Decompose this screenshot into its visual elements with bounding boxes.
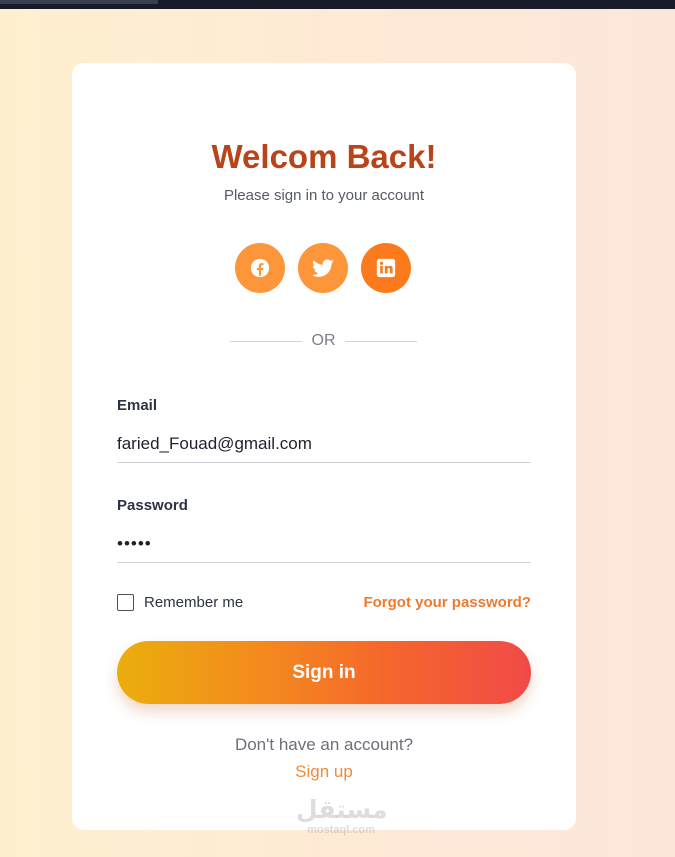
password-field[interactable] [117, 525, 531, 563]
remember-me-checkbox[interactable] [117, 593, 134, 611]
watermark: مستقل mostaql.com [296, 796, 388, 837]
top-bar-tab [0, 0, 158, 4]
divider-line-right [345, 341, 417, 342]
twitter-button[interactable] [298, 243, 348, 293]
social-login-group [235, 243, 415, 293]
facebook-icon [250, 258, 270, 278]
linkedin-icon [376, 258, 396, 278]
divider-text: OR [311, 332, 336, 349]
watermark-logo: مستقل [296, 796, 388, 824]
page-subtitle: Please sign in to your account [223, 187, 425, 204]
top-bar [0, 0, 675, 9]
login-card: Welcom Back! Please sign in to your acco… [72, 63, 576, 836]
linkedin-button[interactable] [361, 243, 411, 293]
remember-me-row: Remember me [117, 592, 243, 612]
email-field[interactable] [117, 425, 531, 463]
watermark-url: mostaql.com [307, 824, 375, 836]
no-account-text: Don't have an account? [234, 735, 414, 754]
password-label: Password [117, 497, 188, 514]
sign-in-button[interactable]: Sign in [117, 641, 531, 704]
forgot-password-link[interactable]: Forgot your password? [363, 594, 531, 611]
facebook-button[interactable] [235, 243, 285, 293]
sign-up-link[interactable]: Sign up [72, 762, 576, 782]
email-label: Email [117, 397, 158, 414]
twitter-icon [311, 259, 334, 277]
divider-line-left [230, 341, 302, 342]
page-title: Welcom Back! [211, 138, 437, 175]
or-divider: OR [230, 331, 418, 351]
remember-me-label: Remember me [144, 593, 244, 611]
